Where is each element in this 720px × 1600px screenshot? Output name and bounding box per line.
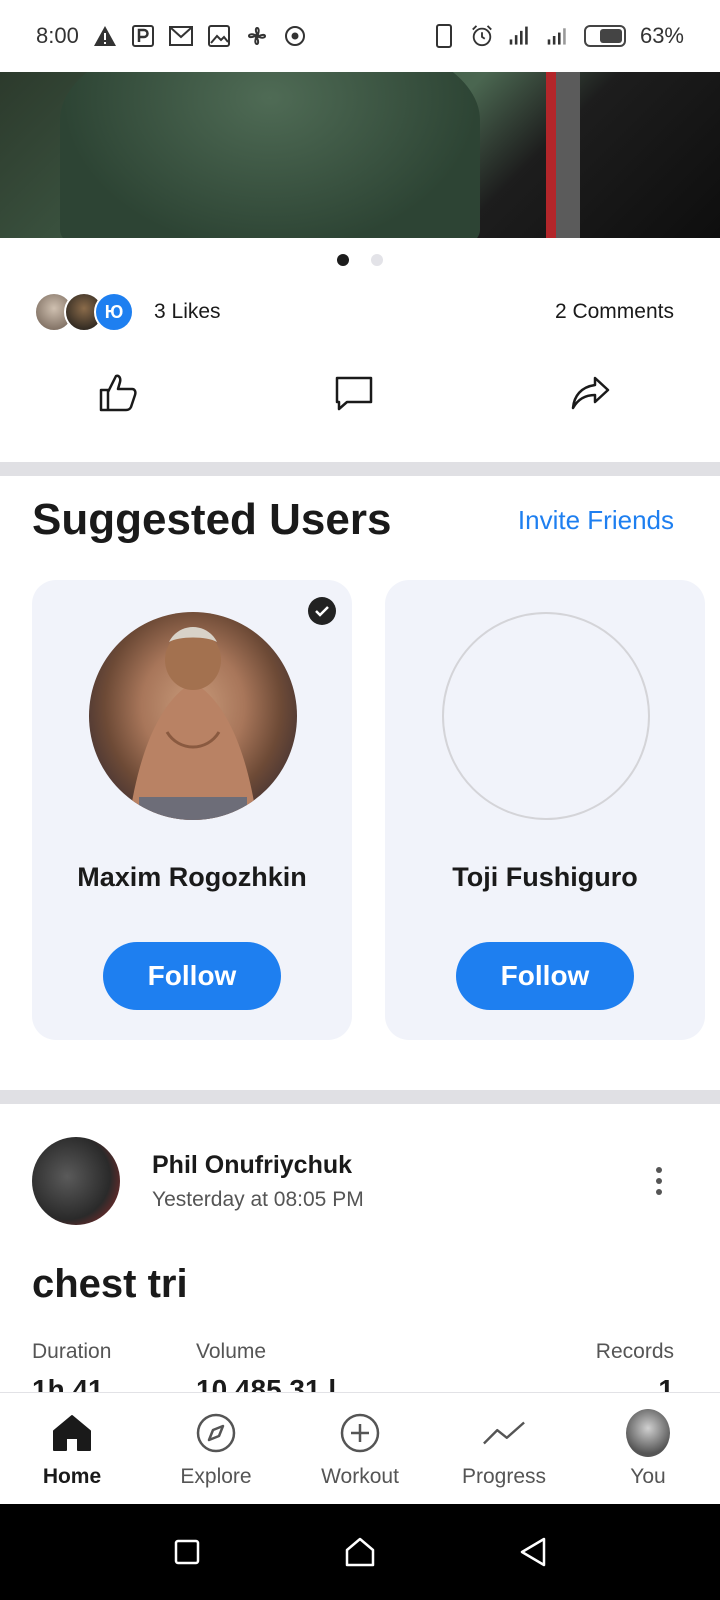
- nav-label: Progress: [461, 1465, 547, 1488]
- signal-icon: [508, 24, 532, 48]
- gmail-icon: [168, 24, 193, 48]
- stat-label-records: Records: [595, 1340, 674, 1363]
- follow-button[interactable]: Follow: [103, 942, 281, 1010]
- nav-item-workout[interactable]: Workout: [288, 1393, 432, 1504]
- circle-icon: [283, 24, 307, 48]
- parking-icon: [131, 24, 155, 48]
- warning-icon: [93, 24, 117, 48]
- profile-avatar-icon: [626, 1409, 670, 1457]
- suggested-user-card[interactable]: Maxim Rogozhkin Follow: [32, 580, 352, 1040]
- signal-icon: [546, 24, 570, 48]
- nav-item-progress[interactable]: Progress: [432, 1393, 576, 1504]
- author-name[interactable]: Phil Onufriychuk: [152, 1151, 364, 1180]
- status-bar: 8:00 63%: [0, 0, 720, 72]
- battery-percent: 63%: [639, 23, 684, 48]
- nav-item-home[interactable]: Home: [0, 1393, 144, 1504]
- section-title: Suggested Users: [32, 495, 392, 544]
- user-name: Toji Fushiguro: [452, 862, 638, 892]
- recent-apps-icon[interactable]: [167, 1532, 207, 1572]
- post-image[interactable]: [0, 72, 720, 238]
- post-actions: [0, 370, 720, 434]
- system-nav-bar: [0, 1504, 720, 1600]
- nav-item-you[interactable]: You: [576, 1393, 720, 1504]
- verified-badge-icon: [308, 597, 336, 625]
- author-avatar[interactable]: [32, 1137, 120, 1225]
- phone-icon: [432, 24, 456, 48]
- nav-item-explore[interactable]: Explore: [144, 1393, 288, 1504]
- share-icon[interactable]: [567, 370, 613, 416]
- fan-icon: [245, 24, 269, 48]
- nav-label: You: [630, 1465, 666, 1488]
- bottom-nav: Home Explore Workout Progress You: [0, 1392, 720, 1504]
- liker-avatars[interactable]: Ю: [34, 292, 134, 332]
- likes-count[interactable]: 3 Likes: [154, 300, 221, 324]
- home-icon: [50, 1411, 94, 1455]
- post-header: Phil Onufriychuk Yesterday at 08:05 PM: [32, 1136, 674, 1226]
- workout-title[interactable]: chest tri: [32, 1262, 188, 1307]
- like-icon[interactable]: [95, 370, 141, 416]
- stat-label-volume: Volume: [196, 1340, 267, 1363]
- nav-label: Explore: [180, 1465, 252, 1488]
- section-separator: [0, 1090, 720, 1104]
- nav-label: Workout: [321, 1465, 399, 1488]
- suggested-user-card[interactable]: Toji Fushiguro Follow: [385, 580, 705, 1040]
- post-timestamp: Yesterday at 08:05 PM: [152, 1187, 364, 1211]
- more-options-icon[interactable]: [644, 1161, 674, 1201]
- stat-label-duration: Duration: [32, 1340, 112, 1363]
- trend-icon: [482, 1411, 526, 1455]
- status-time: 8:00: [36, 23, 79, 48]
- battery-icon: [583, 25, 626, 47]
- plus-circle-icon: [338, 1411, 382, 1455]
- back-icon[interactable]: [513, 1532, 553, 1572]
- comments-count[interactable]: 2 Comments: [555, 300, 674, 324]
- avatar: [626, 1409, 670, 1457]
- carousel-dot: [371, 254, 383, 266]
- user-avatar: [89, 612, 297, 820]
- user-name: Maxim Rogozhkin: [77, 862, 307, 892]
- carousel-dots: [0, 254, 720, 266]
- nav-label: Home: [42, 1465, 102, 1488]
- section-separator: [0, 462, 720, 476]
- image-icon: [207, 24, 231, 48]
- home-button-icon[interactable]: [340, 1532, 380, 1572]
- post-meta: Phil Onufriychuk Yesterday at 08:05 PM: [152, 1151, 364, 1212]
- likes-row: Ю 3 Likes 2 Comments: [34, 290, 674, 334]
- avatar: Ю: [94, 292, 134, 332]
- invite-friends-link[interactable]: Invite Friends: [518, 505, 674, 536]
- comment-icon[interactable]: [331, 370, 377, 416]
- alarm-icon: [470, 24, 494, 48]
- user-avatar-placeholder: [442, 612, 650, 820]
- compass-icon: [194, 1411, 238, 1455]
- carousel-dot-active: [337, 254, 349, 266]
- suggested-users-header: Suggested Users Invite Friends: [32, 495, 674, 545]
- follow-button[interactable]: Follow: [456, 942, 634, 1010]
